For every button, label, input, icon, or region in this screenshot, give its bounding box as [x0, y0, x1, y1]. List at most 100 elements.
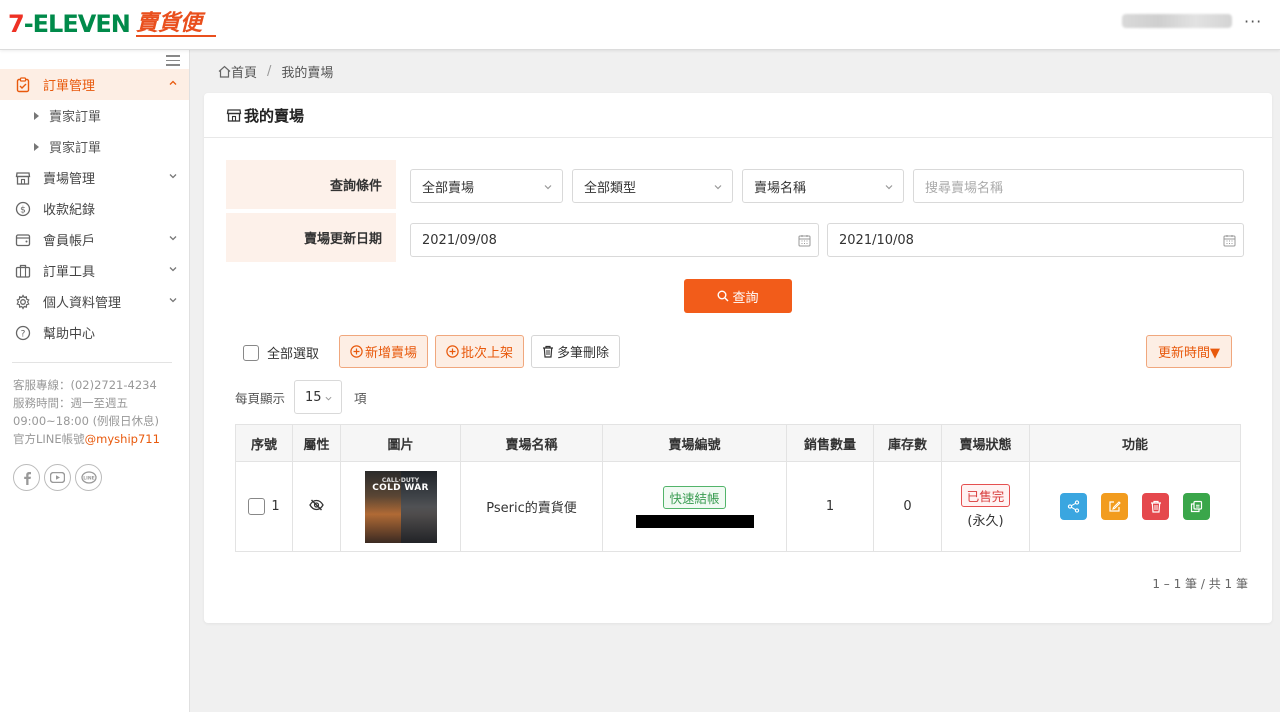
more-menu-icon[interactable]: ···: [1244, 12, 1262, 32]
sort-label: 更新時間▼: [1158, 346, 1220, 361]
batch-delete-label: 多筆刪除: [556, 346, 609, 361]
store-table: 序號 屬性 圖片 賣場名稱 賣場編號 銷售數量 庫存數 賣場狀態 功能 1 CA…: [235, 424, 1241, 552]
search-icon: [717, 290, 729, 302]
select-value: 全部賣場: [422, 180, 475, 196]
sidebar-item-label: 訂單工具: [43, 265, 96, 280]
chevron-down-icon: [169, 298, 177, 303]
copy-button[interactable]: [1183, 493, 1211, 520]
seven-eleven-logo[interactable]: 7-ELEVEN: [8, 10, 131, 38]
calendar-icon[interactable]: [1223, 234, 1236, 247]
calendar-icon[interactable]: [798, 234, 811, 247]
user-account-redacted[interactable]: [1122, 14, 1232, 28]
sidebar-item-label: 會員帳戶: [43, 234, 96, 249]
select-value: 賣場名稱: [754, 180, 807, 196]
chevron-up-icon: [169, 80, 177, 85]
sidebar: 訂單管理 賣家訂單 買家訂單 賣場管理 $ 收款紀錄 會員帳戶 訂單工具 個人資…: [0, 50, 190, 712]
row-checkbox[interactable]: [248, 498, 266, 515]
contact-line-label: 官方LINE帳號: [13, 432, 85, 446]
col-status[interactable]: 賣場狀態: [941, 424, 1030, 462]
col-image[interactable]: 圖片: [340, 424, 461, 462]
sidebar-item-seller-orders[interactable]: 賣家訂單: [0, 100, 189, 131]
gear-icon: [14, 293, 32, 311]
chevron-down-icon: [325, 396, 332, 401]
batch-publish-label: 批次上架: [460, 346, 513, 361]
col-sales[interactable]: 銷售數量: [786, 424, 874, 462]
select-all-checkbox[interactable]: 全部選取: [243, 343, 319, 362]
sidebar-item-order-tools[interactable]: 訂單工具: [0, 255, 189, 286]
date-from-input[interactable]: 2021/09/08: [410, 223, 819, 257]
contact-hours: 服務時間：週一至週五: [13, 396, 128, 410]
store-name-search-input[interactable]: 搜尋賣場名稱: [913, 169, 1244, 203]
table-row: 1 CALL·DUTY COLD WAR Pseric的賣貨便 快速結帳 1 0…: [235, 461, 1241, 552]
sidebar-item-label: 收款紀錄: [43, 203, 96, 218]
sort-update-time-button[interactable]: 更新時間▼: [1146, 335, 1232, 368]
trash-icon: [1150, 500, 1161, 513]
sidebar-item-member-account[interactable]: 會員帳戶: [0, 224, 189, 255]
sidebar-item-order-management[interactable]: 訂單管理: [0, 69, 189, 100]
add-store-button[interactable]: 新增賣場: [339, 335, 428, 368]
chevron-down-icon: [169, 174, 177, 179]
store-icon: [226, 109, 242, 122]
contact-line: 官方LINE帳號@myship711: [13, 430, 160, 448]
per-page-control: 每頁顯示 15 項: [235, 380, 367, 414]
breadcrumb-home[interactable]: 首頁: [231, 62, 257, 81]
cell-seq: 1: [235, 461, 293, 552]
sidebar-toggle-icon[interactable]: [166, 55, 180, 66]
sold-out-badge: 已售完: [960, 484, 1011, 507]
search-placeholder: 搜尋賣場名稱: [925, 180, 1004, 196]
col-store-name[interactable]: 賣場名稱: [460, 424, 603, 462]
col-store-id[interactable]: 賣場編號: [602, 424, 787, 462]
home-icon[interactable]: [218, 65, 231, 78]
sidebar-item-label: 賣場管理: [43, 172, 96, 187]
sidebar-item-label: 幫助中心: [43, 327, 96, 342]
caret-right-icon: [34, 142, 39, 151]
delete-button[interactable]: [1142, 493, 1170, 520]
per-page-select[interactable]: 15: [294, 380, 343, 414]
card-header: 我的賣場: [204, 93, 1272, 138]
myship-logo[interactable]: 賣貨便: [136, 9, 202, 37]
search-button[interactable]: 查詢: [684, 279, 792, 313]
caret-right-icon: [34, 111, 39, 120]
eye-off-icon[interactable]: [309, 499, 324, 511]
checkbox[interactable]: [243, 344, 259, 361]
store-filter-select[interactable]: 全部賣場: [410, 169, 563, 203]
sidebar-item-buyer-orders[interactable]: 買家訂單: [0, 131, 189, 162]
search-field-select[interactable]: 賣場名稱: [742, 169, 904, 203]
update-date-label: 賣場更新日期: [226, 213, 396, 262]
svg-text:LINE: LINE: [83, 475, 94, 481]
sidebar-item-help-center[interactable]: ? 幫助中心: [0, 317, 189, 348]
col-attribute[interactable]: 屬性: [292, 424, 341, 462]
date-to-input[interactable]: 2021/10/08: [827, 223, 1244, 257]
cell-image: CALL·DUTY COLD WAR: [340, 461, 461, 552]
table-header-row: 序號 屬性 圖片 賣場名稱 賣場編號 銷售數量 庫存數 賣場狀態 功能: [235, 424, 1241, 462]
type-filter-select[interactable]: 全部類型: [572, 169, 733, 203]
sidebar-item-payment-records[interactable]: $ 收款紀錄: [0, 193, 189, 224]
date-value: 2021/10/08: [839, 232, 914, 248]
select-value: 全部類型: [584, 180, 637, 196]
sidebar-divider: [12, 362, 172, 363]
youtube-icon[interactable]: [44, 464, 71, 491]
line-id-link[interactable]: @myship711: [85, 432, 160, 446]
batch-delete-button[interactable]: 多筆刪除: [531, 335, 620, 368]
breadcrumb: 首頁 / 我的賣場: [218, 62, 333, 81]
chevron-down-icon: [169, 267, 177, 272]
edit-button[interactable]: [1100, 493, 1128, 520]
select-all-label: 全部選取: [267, 347, 320, 362]
col-seq[interactable]: 序號: [235, 424, 293, 462]
breadcrumb-current: 我的賣場: [281, 66, 334, 81]
cell-store-id: 快速結帳: [602, 461, 787, 552]
contact-hours-detail: 09:00~18:00 (例假日休息): [13, 414, 160, 428]
col-stock[interactable]: 庫存數: [873, 424, 942, 462]
share-button[interactable]: [1059, 493, 1087, 520]
product-image[interactable]: CALL·DUTY COLD WAR: [364, 470, 437, 543]
sidebar-item-profile-management[interactable]: 個人資料管理: [0, 286, 189, 317]
sidebar-item-label: 買家訂單: [49, 141, 102, 156]
sidebar-item-label: 賣家訂單: [49, 110, 102, 125]
cell-store-name[interactable]: Pseric的賣貨便: [460, 461, 603, 552]
batch-publish-button[interactable]: 批次上架: [435, 335, 524, 368]
facebook-icon[interactable]: [13, 464, 40, 491]
add-store-label: 新增賣場: [364, 346, 417, 361]
line-icon[interactable]: LINE: [75, 464, 102, 491]
social-links: LINE: [13, 464, 102, 491]
sidebar-item-store-management[interactable]: 賣場管理: [0, 162, 189, 193]
